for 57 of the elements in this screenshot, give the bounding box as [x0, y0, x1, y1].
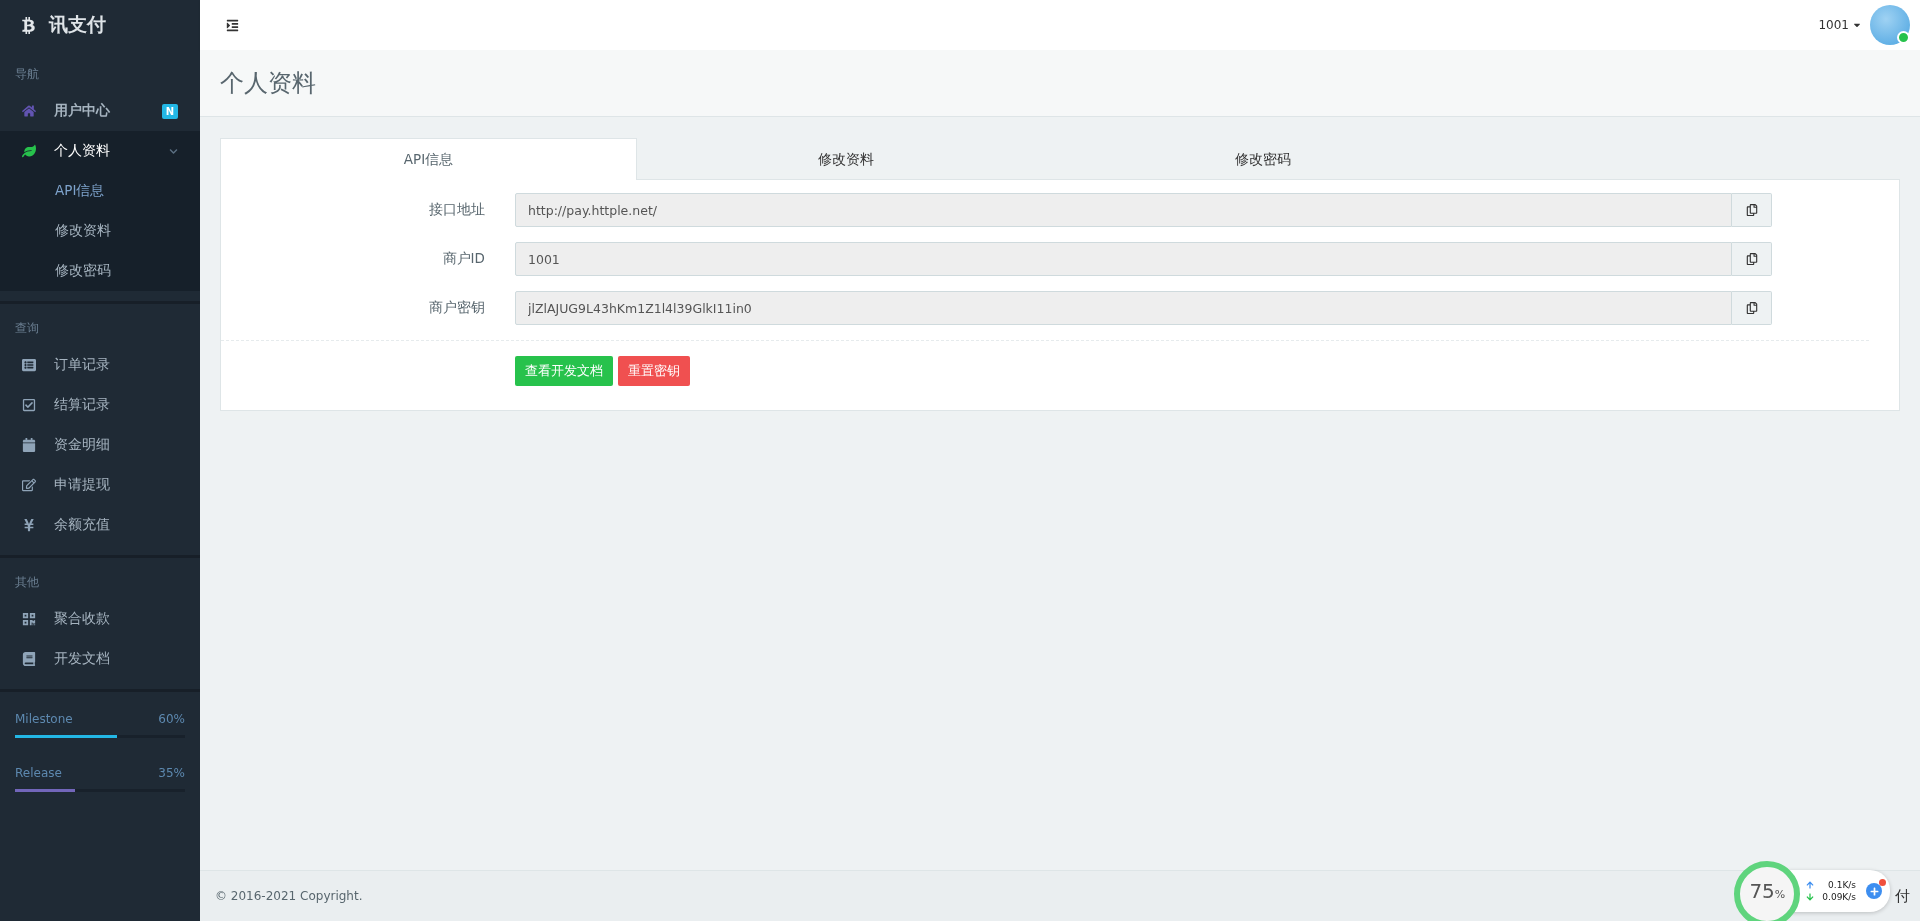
sidebar-item[interactable]: 余额充值 [0, 505, 200, 545]
field-label: 商户ID [441, 250, 485, 268]
sidebar-item[interactable]: 申请提现 [0, 465, 200, 505]
edit-icon [22, 478, 36, 492]
sidebar-item[interactable]: 资金明细 [0, 425, 200, 465]
tab[interactable]: API信息 [220, 138, 637, 180]
qrcode-icon [22, 612, 36, 626]
sidebar-item[interactable]: 订单记录 [0, 345, 200, 385]
upload-speed: 0.1K/s [1828, 880, 1856, 890]
tab[interactable]: 修改资料 [637, 138, 1054, 180]
download-arrow-icon [1806, 893, 1815, 901]
input-field[interactable]: http://pay.httple.net/ [515, 193, 1732, 227]
memory-gauge[interactable]: 75% [1734, 861, 1801, 921]
yen-icon [22, 518, 36, 532]
input-field[interactable]: 1001 [515, 242, 1732, 276]
progress-label: Milestone [15, 712, 73, 726]
nav-heading: 查询 [14, 320, 40, 337]
sidebar-subitem[interactable]: 修改资料 [0, 211, 200, 251]
copyright-text: © 2016-2021 Copyright. [215, 889, 363, 903]
progress-reading: 60% [158, 712, 185, 726]
sidebar-item[interactable]: 聚合收款 [0, 599, 200, 639]
sidebar-subitem[interactable]: API信息 [0, 171, 200, 211]
copy-button[interactable] [1732, 242, 1772, 276]
sidebar-subitem[interactable]: 修改密码 [0, 251, 200, 291]
bitcoin-logo-icon [20, 16, 37, 34]
progress-label: Release [15, 766, 62, 780]
copy-icon [1745, 204, 1758, 216]
copy-button[interactable] [1732, 291, 1772, 325]
input-field[interactable]: jlZlAJUG9L43hKm1Z1l4l39GlkI11in0 [515, 291, 1732, 325]
brand-name: 讯支付 [49, 12, 106, 37]
copy-icon [1745, 302, 1758, 314]
nav-heading: 导航 [14, 66, 40, 83]
page-title: 个人资料 [220, 68, 316, 99]
home-icon [22, 104, 36, 118]
footer-text: 付 [1895, 886, 1910, 906]
sidebar-item[interactable]: 结算记录 [0, 385, 200, 425]
copy-icon [1745, 253, 1758, 265]
field-label: 商户密钥 [428, 299, 485, 317]
download-speed: 0.09K/s [1822, 892, 1856, 902]
user-menu[interactable]: 1001 [1818, 18, 1862, 32]
leaf-icon [22, 144, 36, 158]
sidebar-item[interactable]: 用户中心 N [0, 91, 200, 131]
book-icon [22, 652, 36, 666]
progress-reading: 35% [158, 766, 185, 780]
sidebar-item[interactable]: 开发文档 [0, 639, 200, 679]
upload-arrow-icon [1806, 881, 1815, 889]
new-badge: N [161, 103, 178, 119]
reset-key-button[interactable]: 重置密钥 [618, 356, 690, 386]
tab[interactable]: 修改密码 [1054, 138, 1471, 180]
sidebar-item[interactable]: 个人资料 [0, 131, 200, 171]
nav-heading: 其他 [14, 574, 40, 591]
menu-icon[interactable] [226, 18, 239, 32]
field-label: 接口地址 [428, 201, 485, 219]
list-icon [22, 358, 36, 372]
copy-button[interactable] [1732, 193, 1772, 227]
calendar-icon [22, 438, 36, 452]
checkbox-icon [22, 398, 36, 412]
